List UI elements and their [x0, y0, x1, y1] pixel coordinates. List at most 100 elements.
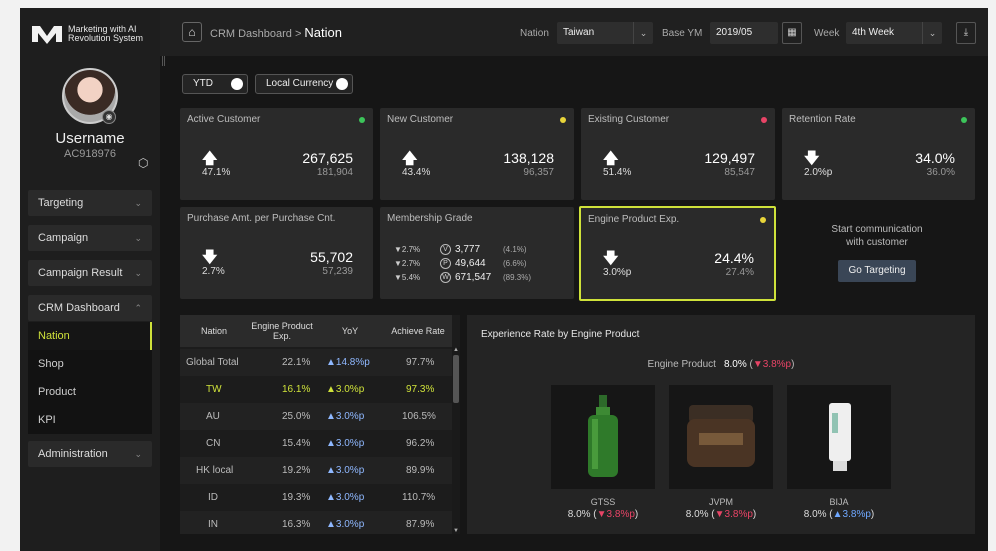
- menu-campaign[interactable]: Campaign ⌄: [28, 225, 152, 251]
- product-image-bija[interactable]: [787, 385, 891, 489]
- card-active-customer[interactable]: Active Customer 🡅 47.1% 267,625 181,904: [180, 108, 373, 200]
- chevron-down-icon: ⌄: [134, 232, 142, 243]
- card-membership-grade[interactable]: Membership Grade ▼2.7% V 3,777 (4.1%) ▼2…: [380, 207, 574, 299]
- card-value: 267,625: [302, 150, 353, 166]
- chevron-up-icon: ⌃: [134, 302, 142, 313]
- currency-toggle-label: Local Currency: [266, 78, 334, 89]
- card-title: Existing Customer: [588, 114, 670, 125]
- card-existing-customer[interactable]: Existing Customer 🡅 51.4% 129,497 85,547: [581, 108, 775, 200]
- home-icon[interactable]: ⌂: [182, 22, 202, 42]
- submenu-item-kpi[interactable]: KPI: [28, 406, 152, 434]
- product-rate-jvpm: 8.0% (▼3.8%p): [685, 509, 757, 520]
- summary-label: Engine Product: [647, 359, 716, 370]
- logo[interactable]: Marketing with AI Revolution System: [32, 22, 143, 46]
- breadcrumb-separator: >: [294, 28, 302, 40]
- breadcrumb-parent[interactable]: CRM Dashboard: [210, 28, 292, 40]
- submenu-item-nation[interactable]: Nation: [28, 322, 152, 350]
- grade-row-vip: ▼2.7% V 3,777 (4.1%): [394, 244, 564, 255]
- submenu-item-shop[interactable]: Shop: [28, 350, 152, 378]
- tag-icon[interactable]: ⬡: [138, 156, 148, 170]
- menu-campaign-result[interactable]: Campaign Result ⌄: [28, 260, 152, 286]
- base-ym-label: Base YM: [662, 28, 703, 39]
- sidebar: Marketing with AI Revolution System ◉ Us…: [20, 8, 160, 551]
- table-row[interactable]: TW 16.1% ▲3.0%p 97.3%: [180, 376, 452, 403]
- grade-delta: ▼2.7%: [394, 259, 421, 268]
- menu-administration[interactable]: Administration ⌄: [28, 441, 152, 467]
- status-dot: [560, 117, 566, 123]
- chevron-down-icon: ⌄: [633, 22, 653, 44]
- card-engine-product-exp[interactable]: Engine Product Exp. 🡇 3.0%p 24.4% 27.4%: [579, 206, 776, 301]
- scroll-down-icon[interactable]: ▼: [452, 528, 460, 534]
- card-change: 2.7%: [202, 266, 225, 277]
- table-row[interactable]: Global Total 22.1% ▲14.8%p 97.7%: [180, 349, 452, 376]
- column-header-nation[interactable]: Nation: [180, 315, 248, 347]
- menu-label: Administration: [38, 448, 108, 460]
- week-value: 4th Week: [852, 27, 895, 38]
- table-row[interactable]: IN 16.3% ▲3.0%p 87.9%: [180, 511, 452, 534]
- submenu-item-product[interactable]: Product: [28, 378, 152, 406]
- table-row[interactable]: CN 15.4% ▲3.0%p 96.2%: [180, 430, 452, 457]
- card-change: 43.4%: [402, 167, 431, 178]
- cell-achieve: 106.5%: [402, 411, 436, 422]
- card-new-customer[interactable]: New Customer 🡅 43.4% 138,128 96,357: [380, 108, 574, 200]
- week-select[interactable]: 4th Week ⌄: [846, 22, 942, 44]
- card-prev-value: 57,239: [322, 266, 353, 277]
- engine-summary: Engine Product 8.0% (▼3.8%p): [647, 359, 795, 370]
- cell-nation: HK local: [196, 465, 234, 476]
- card-retention-rate[interactable]: Retention Rate 🡇 2.0%p 34.0% 36.0%: [782, 108, 975, 200]
- table-row[interactable]: HK local 19.2% ▲3.0%p 89.9%: [180, 457, 452, 484]
- card-change: 2.0%p: [804, 167, 833, 178]
- card-value: 138,128: [503, 150, 554, 166]
- chevron-down-icon: ⌄: [134, 197, 142, 208]
- scrollbar-thumb[interactable]: [453, 355, 459, 403]
- product-image-gtss[interactable]: [551, 385, 655, 489]
- table-row[interactable]: AU 25.0% ▲3.0%p 106.5%: [180, 403, 452, 430]
- nation-select[interactable]: Taiwan ⌄: [557, 22, 653, 44]
- nation-label: Nation: [520, 28, 549, 39]
- cell-yoy: ▲3.0%p: [326, 438, 365, 449]
- cell-exp: 22.1%: [282, 357, 311, 368]
- scroll-up-icon[interactable]: ▲: [452, 347, 460, 353]
- base-ym-field[interactable]: 2019/05: [710, 22, 778, 44]
- toggle-knob: [336, 78, 348, 90]
- summary-value: 8.0%: [723, 359, 747, 370]
- product-rate-delta: ▲3.8%p: [832, 509, 871, 520]
- column-header-engine-exp[interactable]: Engine Product Exp.: [248, 315, 316, 347]
- grade-p-icon: P: [440, 258, 451, 269]
- download-icon[interactable]: ⤓: [956, 22, 976, 44]
- chevron-down-icon: ⌄: [134, 267, 142, 278]
- grade-row-welcome: ▼5.4% W 671,547 (89.3%): [394, 272, 564, 283]
- menu-crm-dashboard[interactable]: CRM Dashboard ⌃: [28, 295, 152, 321]
- header: ⌂ CRM Dashboard > Nation Nation Taiwan ⌄ …: [160, 8, 988, 56]
- card-prev-value: 181,904: [316, 167, 353, 178]
- product-image-jvpm[interactable]: [669, 385, 773, 489]
- grade-share: (4.1%): [503, 245, 527, 254]
- product-name-gtss: GTSS: [590, 497, 616, 507]
- cell-achieve: 87.9%: [406, 519, 435, 530]
- card-prev-value: 96,357: [523, 167, 554, 178]
- chevron-down-icon: ⌄: [922, 22, 942, 44]
- cell-exp: 15.4%: [282, 438, 311, 449]
- card-purchase-amount[interactable]: Purchase Amt. per Purchase Cnt. 🡇 2.7% 5…: [180, 207, 373, 299]
- card-title: Active Customer: [187, 114, 261, 125]
- cell-exp: 16.3%: [282, 519, 311, 530]
- go-targeting-button[interactable]: Go Targeting: [838, 260, 916, 282]
- grade-share: (6.6%): [503, 259, 527, 268]
- column-header-yoy[interactable]: YoY: [316, 315, 384, 347]
- calendar-icon[interactable]: ▦: [782, 22, 802, 44]
- cell-exp: 16.1%: [282, 384, 311, 395]
- currency-toggle[interactable]: Local Currency: [255, 74, 353, 94]
- camera-icon[interactable]: ◉: [102, 110, 116, 124]
- cell-yoy: ▲3.0%p: [326, 465, 365, 476]
- ytd-toggle[interactable]: YTD: [182, 74, 248, 94]
- page-title: Nation: [304, 25, 342, 40]
- card-title: Purchase Amt. per Purchase Cnt.: [187, 213, 336, 224]
- cell-achieve: 89.9%: [406, 465, 435, 476]
- table-row[interactable]: ID 19.3% ▲3.0%p 110.7%: [180, 484, 452, 511]
- card-value: 24.4%: [714, 250, 754, 266]
- column-header-achieve-rate[interactable]: Achieve Rate: [384, 315, 452, 347]
- menu-targeting[interactable]: Targeting ⌄: [28, 190, 152, 216]
- cell-exp: 25.0%: [282, 411, 311, 422]
- card-title: New Customer: [387, 114, 454, 125]
- table-scrollbar[interactable]: ▲ ▼: [452, 347, 460, 534]
